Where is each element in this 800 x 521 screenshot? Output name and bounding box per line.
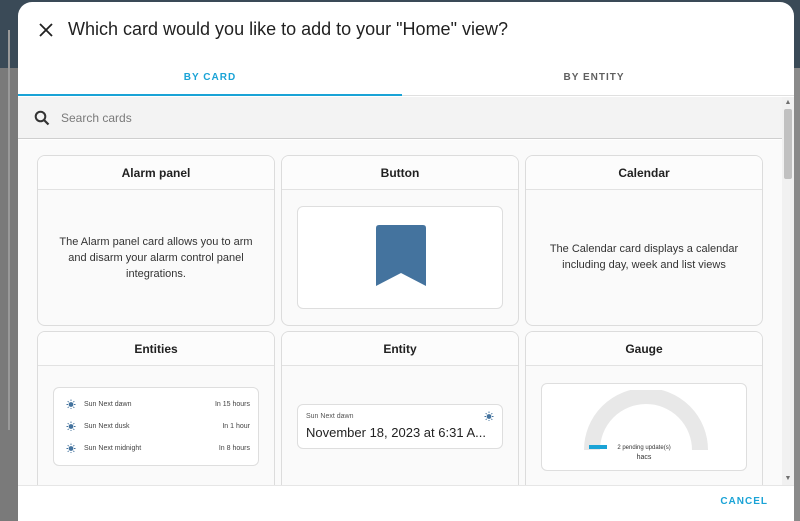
tab-by-card[interactable]: BY CARD [18, 58, 402, 96]
scroll-up-arrow[interactable]: ▲ [784, 99, 792, 107]
search-icon [32, 108, 52, 128]
list-item: Sun Next dusk In 1 hour [66, 417, 250, 435]
sun-icon [66, 399, 76, 409]
card-preview: Sun Next dawn November 18, 2023 at 6:31 … [282, 366, 518, 485]
background-divider [8, 30, 10, 430]
card-title: Entities [38, 332, 274, 366]
bookmark-icon [376, 225, 426, 286]
dialog-title: Which card would you like to add to your… [68, 19, 508, 39]
entity-name: Sun Next dusk [84, 422, 130, 430]
card-entities[interactable]: Entities Sun Next dawn In 15 hours Sun N… [37, 331, 275, 485]
entity-value: In 15 hours [214, 400, 250, 408]
card-picker-grid: Alarm panel The Alarm panel card allows … [18, 140, 782, 485]
card-title: Button [282, 156, 518, 190]
button-preview [297, 206, 503, 309]
entity-state: November 18, 2023 at 6:31 A... [306, 425, 486, 440]
card-preview: The Calendar card displays a calendar in… [526, 190, 762, 325]
entity-value: In 8 hours [218, 444, 250, 452]
dialog-header: Which card would you like to add to your… [18, 2, 794, 58]
dialog-footer: CANCEL [18, 485, 794, 521]
card-preview: 2 pending update(s) hacs [526, 366, 762, 485]
card-title: Calendar [526, 156, 762, 190]
add-card-dialog: Which card would you like to add to your… [18, 2, 794, 521]
entity-name: Sun Next dawn [84, 400, 132, 408]
sun-icon [66, 421, 76, 431]
close-button[interactable] [34, 18, 58, 42]
entity-value: In 1 hour [222, 422, 250, 430]
cancel-button[interactable]: CANCEL [720, 496, 768, 507]
entity-preview: Sun Next dawn November 18, 2023 at 6:31 … [297, 404, 503, 449]
card-description: The Alarm panel card allows you to arm a… [59, 236, 253, 280]
list-item: Sun Next midnight In 8 hours [66, 439, 250, 457]
gauge-name: hacs [636, 454, 652, 461]
card-preview [282, 190, 518, 325]
scroll-thumb[interactable] [784, 109, 792, 179]
card-description: The Calendar card displays a calendar in… [549, 243, 739, 271]
list-item: Sun Next dawn In 15 hours [66, 395, 250, 413]
gauge-preview: 2 pending update(s) hacs [541, 383, 747, 471]
card-entity[interactable]: Entity Sun Next dawn November 18, 2023 a… [281, 331, 519, 485]
sun-icon [484, 411, 494, 421]
card-calendar[interactable]: Calendar The Calendar card displays a ca… [525, 155, 763, 326]
entity-label: Sun Next dawn [306, 413, 354, 420]
active-tab-indicator [18, 94, 402, 96]
gauge-value: 2 pending update(s) [617, 445, 671, 451]
card-title: Gauge [526, 332, 762, 366]
entities-preview: Sun Next dawn In 15 hours Sun Next dusk … [53, 387, 259, 466]
sun-icon [66, 443, 76, 453]
card-preview: The Alarm panel card allows you to arm a… [38, 190, 274, 325]
card-gauge[interactable]: Gauge 2 pending update(s) hacs [525, 331, 763, 485]
card-button[interactable]: Button [281, 155, 519, 326]
card-title: Alarm panel [38, 156, 274, 190]
tab-by-entity[interactable]: BY ENTITY [402, 58, 786, 96]
tab-bar: BY CARD BY ENTITY [18, 58, 794, 96]
scrollbar[interactable]: ▲ ▼ [782, 97, 794, 485]
entity-name: Sun Next midnight [84, 444, 142, 452]
card-preview: Sun Next dawn In 15 hours Sun Next dusk … [38, 366, 274, 485]
search-input[interactable] [61, 110, 661, 125]
search-bar [18, 97, 794, 139]
card-title: Entity [282, 332, 518, 366]
scroll-down-arrow[interactable]: ▼ [784, 475, 792, 483]
close-icon [39, 23, 53, 37]
card-alarm-panel[interactable]: Alarm panel The Alarm panel card allows … [37, 155, 275, 326]
